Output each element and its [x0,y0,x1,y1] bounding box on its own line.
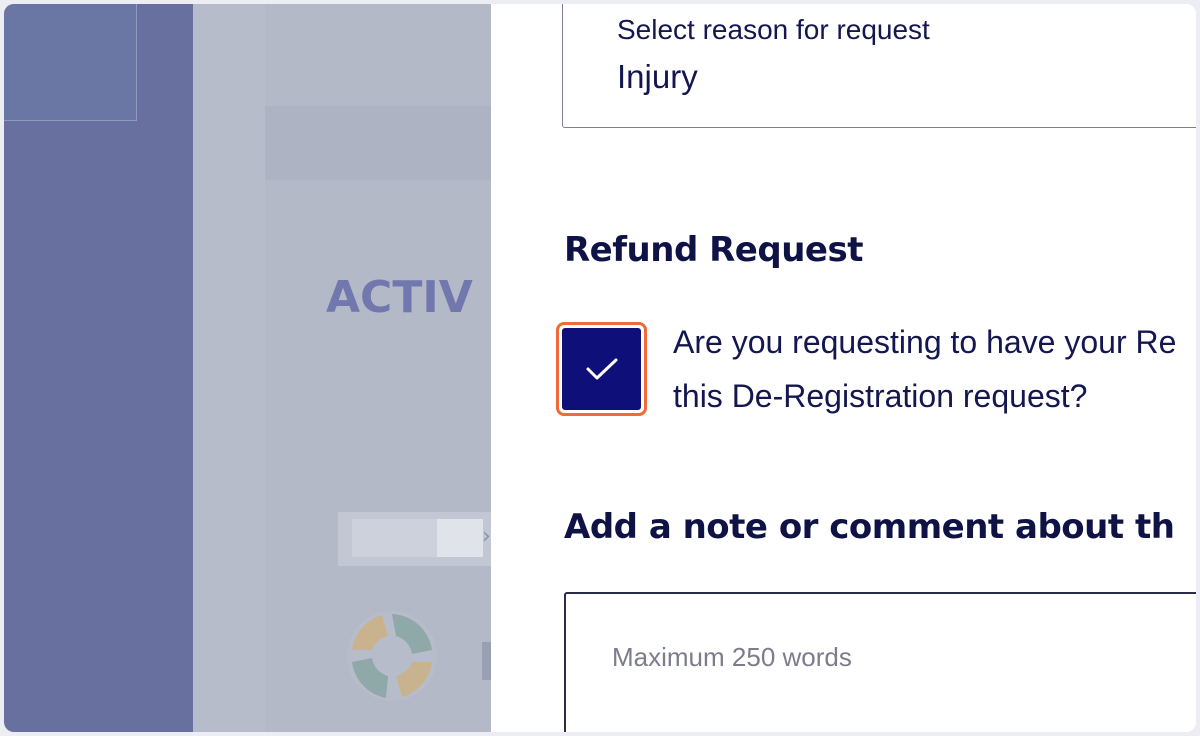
chevron-right-icon: › [482,524,491,549]
screen: ACTIV › Select reason for request Injury… [4,4,1196,732]
check-icon [586,358,617,380]
reason-select[interactable]: Select reason for request Injury [562,4,1196,128]
refund-checkbox[interactable] [562,328,641,410]
background-header-band [265,106,493,180]
refund-question-line-1: Are you requesting to have your Re [673,324,1177,360]
background-logo-box [4,4,137,121]
ball-logo-icon [347,611,437,701]
refund-question-line-2: this De-Registration request? [673,378,1088,414]
background-column [193,4,265,732]
background-toggle-segment-active [437,519,483,557]
note-textarea[interactable] [566,594,1196,732]
note-heading: Add a note or comment about th [564,507,1175,547]
refund-request-heading: Refund Request [564,230,863,270]
note-field-container [564,592,1196,732]
background-page-heading: ACTIV [326,272,473,323]
refund-checkbox-focus-ring [556,322,647,416]
background-toggle-segment [352,519,437,557]
reason-select-label: Select reason for request [617,14,930,45]
deregistration-panel: Select reason for request Injury Refund … [491,4,1196,732]
reason-select-value: Injury [617,58,698,95]
